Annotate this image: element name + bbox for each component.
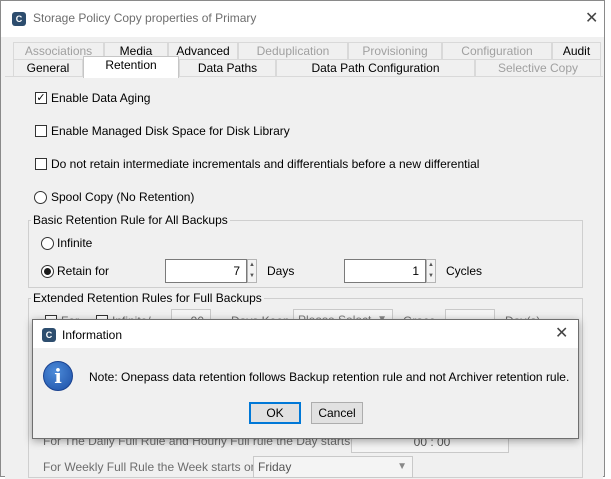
weekly-full-select[interactable]: Friday ▼ xyxy=(253,456,413,478)
spool-copy-label: Spool Copy (No Retention) xyxy=(51,190,195,204)
spool-copy-radio[interactable] xyxy=(34,191,47,204)
tab-audit[interactable]: Audit xyxy=(552,42,601,60)
dialog-title: Information xyxy=(62,328,123,342)
app-icon: C xyxy=(12,12,26,26)
tab-deduplication: Deduplication xyxy=(238,42,348,60)
dialog-body: i Note: Onepass data retention follows B… xyxy=(33,348,578,438)
days-spin-arrows[interactable]: ▲ ▼ xyxy=(247,259,257,283)
tab-selective-copy: Selective Copy xyxy=(475,59,601,77)
managed-disk-space-label: Enable Managed Disk Space for Disk Libra… xyxy=(51,124,290,138)
infinite-radio[interactable] xyxy=(41,237,54,250)
infinite-label: Infinite xyxy=(57,236,93,250)
cancel-button[interactable]: Cancel xyxy=(311,402,363,424)
days-spinbox[interactable]: 7 xyxy=(165,259,247,283)
background-edge xyxy=(605,0,611,477)
window-title: Storage Policy Copy properties of Primar… xyxy=(33,11,257,25)
tab-provisioning: Provisioning xyxy=(348,42,442,60)
tab-general[interactable]: General xyxy=(13,59,83,77)
no-retain-intermediate-label: Do not retain intermediate incrementals … xyxy=(51,157,480,171)
managed-disk-space-checkbox[interactable] xyxy=(35,125,47,137)
cycles-spin-arrows[interactable]: ▲ ▼ xyxy=(426,259,436,283)
dialog-app-icon: C xyxy=(42,328,56,342)
cycles-unit-label: Cycles xyxy=(446,264,483,278)
enable-data-aging-label: Enable Data Aging xyxy=(51,91,151,105)
extended-retention-legend: Extended Retention Rules for Full Backup… xyxy=(31,291,264,305)
tab-data-path-configuration[interactable]: Data Path Configuration xyxy=(276,59,475,77)
dialog-message: Note: Onepass data retention follows Bac… xyxy=(89,370,570,384)
window-close-icon[interactable]: ✕ xyxy=(585,11,598,27)
chevron-down-icon: ▼ xyxy=(397,461,407,472)
ok-button[interactable]: OK xyxy=(249,402,301,424)
retain-for-radio[interactable] xyxy=(41,265,54,278)
info-icon: i xyxy=(43,361,73,391)
tab-data-paths[interactable]: Data Paths xyxy=(179,59,276,77)
tab-configuration: Configuration xyxy=(442,42,552,60)
title-bar[interactable]: C Storage Policy Copy properties of Prim… xyxy=(1,1,604,37)
cycles-spinbox[interactable]: 1 xyxy=(344,259,426,283)
weekly-full-value: Friday xyxy=(258,460,292,474)
information-dialog: C Information ✕ i Note: Onepass data ret… xyxy=(32,319,579,439)
enable-data-aging-checkbox[interactable]: ✓ xyxy=(35,92,47,104)
basic-retention-legend: Basic Retention Rule for All Backups xyxy=(31,213,230,227)
dialog-close-icon[interactable]: ✕ xyxy=(555,326,568,342)
retain-for-label: Retain for xyxy=(57,264,110,278)
days-unit-label: Days xyxy=(267,264,295,278)
basic-retention-group xyxy=(28,220,583,288)
no-retain-intermediate-checkbox[interactable] xyxy=(35,158,47,170)
tab-retention[interactable]: Retention xyxy=(83,56,179,78)
weekly-full-label: For Weekly Full Rule the Week starts on: xyxy=(43,460,261,474)
